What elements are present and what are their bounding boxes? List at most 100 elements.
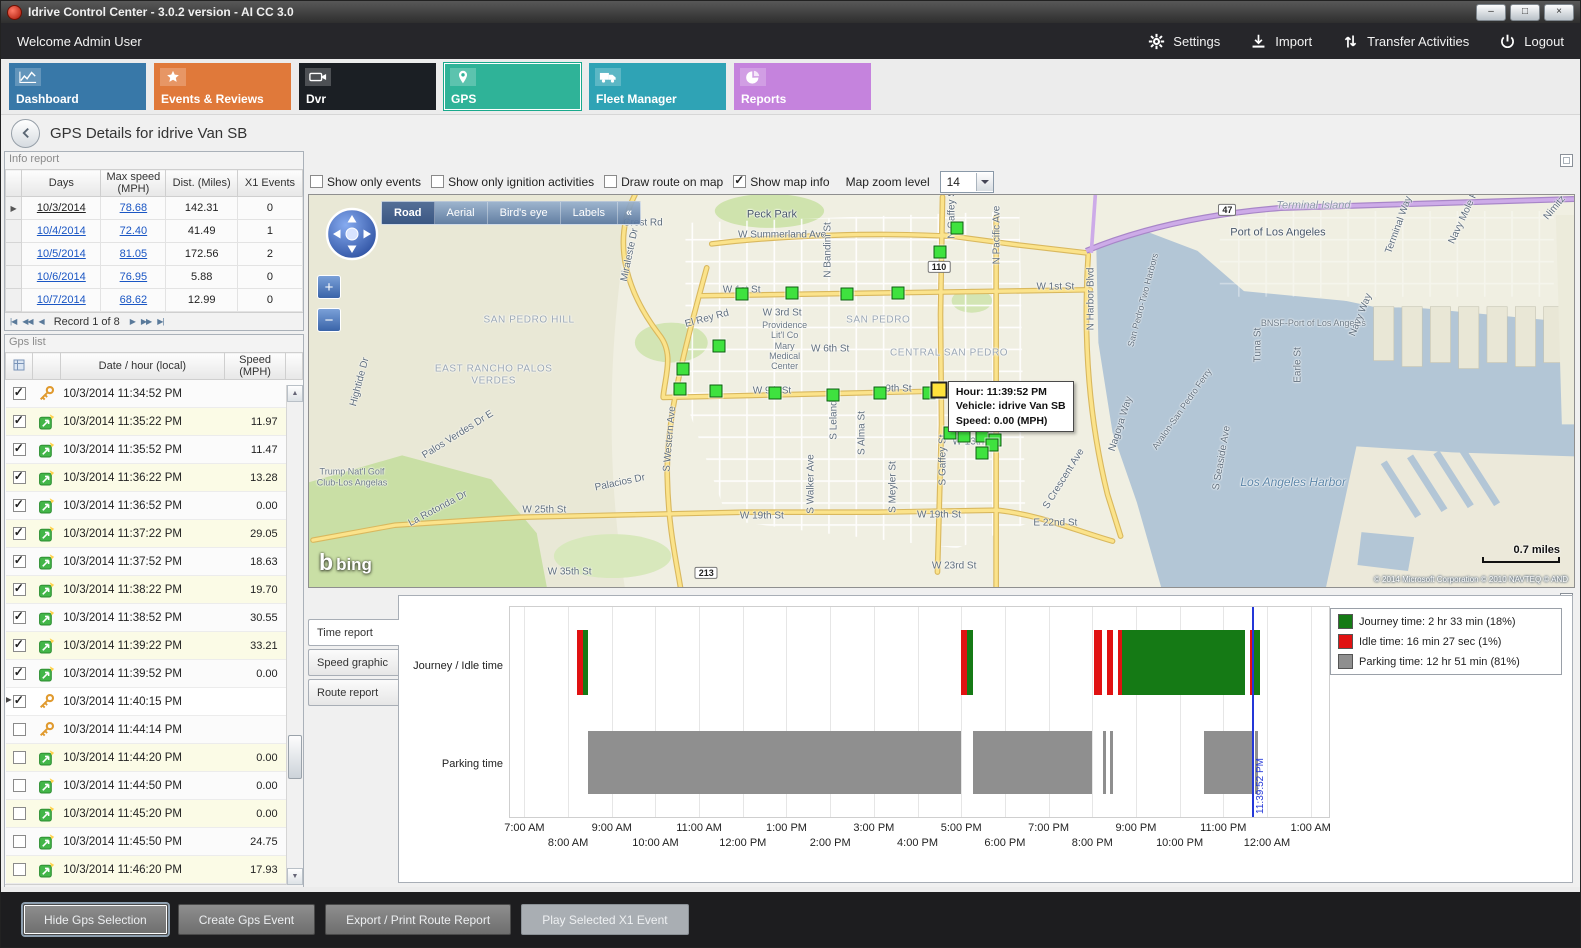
info-row[interactable]: 10/4/201472.4041.491: [6, 220, 303, 243]
map-viewbar-collapse-icon[interactable]: «: [618, 202, 640, 224]
map-marker[interactable]: [892, 286, 905, 299]
day-link[interactable]: 10/3/2014: [37, 202, 86, 214]
gps-row[interactable]: 10/3/2014 11:36:22 PM13.28: [6, 464, 303, 492]
info-row[interactable]: 10/7/201468.6212.990: [6, 289, 303, 312]
gps-row-checkbox[interactable]: [13, 639, 26, 652]
gps-row[interactable]: 10/3/2014 11:35:22 PM11.97: [6, 408, 303, 436]
gps-row[interactable]: ▶10/3/2014 11:40:15 PM: [6, 688, 303, 716]
map[interactable]: Crest RdPeck ParkW Summerland AveW 1st S…: [308, 194, 1575, 588]
gps-row[interactable]: 10/3/2014 11:38:22 PM19.70: [6, 576, 303, 604]
map-marker[interactable]: [768, 387, 781, 400]
gps-row-checkbox[interactable]: [13, 751, 26, 764]
info-pager-next-0-icon[interactable]: ▶: [130, 317, 135, 326]
gps-row[interactable]: 10/3/2014 11:46:20 PM17.93: [6, 856, 303, 884]
gps-row-checkbox[interactable]: [13, 387, 26, 400]
gps-row-checkbox[interactable]: [13, 555, 26, 568]
gps-row[interactable]: 10/3/2014 11:45:50 PM24.75: [6, 828, 303, 856]
gps-row-checkbox[interactable]: [13, 779, 26, 792]
map-marker[interactable]: [873, 386, 886, 399]
gps-row-checkbox[interactable]: [13, 415, 26, 428]
max-speed-link[interactable]: 68.62: [120, 294, 148, 306]
checkbox-draw-route-on-map[interactable]: Draw route on map: [604, 175, 723, 189]
map-marker[interactable]: [677, 362, 690, 375]
gps-row-checkbox[interactable]: [13, 499, 26, 512]
menu-logout[interactable]: Logout: [1499, 33, 1564, 50]
scroll-down-icon[interactable]: ▼: [287, 868, 303, 885]
zoom-out-button[interactable]: −: [317, 308, 341, 332]
gps-row-checkbox[interactable]: [13, 527, 26, 540]
report-tab-speed-graphic[interactable]: Speed graphic: [308, 649, 398, 676]
map-marker[interactable]: [786, 286, 799, 299]
scrollbar-thumb[interactable]: [288, 735, 302, 779]
nav-tab-dvr[interactable]: Dvr: [299, 63, 436, 110]
nav-tab-gps[interactable]: GPS: [444, 63, 581, 110]
gps-row-checkbox[interactable]: [13, 471, 26, 484]
map-view-tab-bird-s-eye[interactable]: Bird's eye: [488, 202, 561, 224]
map-view-tab-aerial[interactable]: Aerial: [435, 202, 488, 224]
gps-row-checkbox[interactable]: [13, 583, 26, 596]
checkbox-show-map-info[interactable]: Show map info: [733, 175, 829, 189]
collapse-map-panel-button[interactable]: [1560, 154, 1573, 167]
gps-row[interactable]: 10/3/2014 11:45:20 PM0.00: [6, 800, 303, 828]
gps-row[interactable]: 10/3/2014 11:39:52 PM0.00: [6, 660, 303, 688]
info-pager-prev-1-icon[interactable]: ◀◀: [22, 317, 32, 326]
info-row[interactable]: ▶10/3/201478.68142.310: [6, 197, 303, 220]
max-speed-link[interactable]: 81.05: [120, 248, 148, 260]
info-pager-next-2-icon[interactable]: ▶|: [157, 317, 163, 326]
map-marker[interactable]: [710, 385, 723, 398]
report-tab-time-report[interactable]: Time report: [308, 619, 399, 646]
nav-tab-fleet-manager[interactable]: Fleet Manager: [589, 63, 726, 110]
col-x1-events[interactable]: X1 Events: [237, 170, 302, 197]
day-link[interactable]: 10/6/2014: [37, 271, 86, 283]
info-row[interactable]: 10/6/201476.955.880: [6, 266, 303, 289]
col-dist[interactable]: Dist. (Miles): [166, 170, 238, 197]
map-marker[interactable]: [934, 246, 947, 259]
gps-row-checkbox[interactable]: [13, 667, 26, 680]
info-pager-next-1-icon[interactable]: ▶▶: [141, 317, 151, 326]
max-speed-link[interactable]: 76.95: [120, 271, 148, 283]
gps-row[interactable]: 10/3/2014 11:39:22 PM33.21: [6, 632, 303, 660]
nav-tab-dashboard[interactable]: Dashboard: [9, 63, 146, 110]
checkbox-box-icon[interactable]: [431, 175, 444, 188]
hide-gps-selection-button[interactable]: Hide Gps Selection: [23, 904, 168, 935]
info-pager-prev-0-icon[interactable]: |◀: [10, 317, 16, 326]
day-link[interactable]: 10/4/2014: [37, 225, 86, 237]
gps-row[interactable]: 10/3/2014 11:37:22 PM29.05: [6, 520, 303, 548]
nav-tab-events-reviews[interactable]: Events & Reviews: [154, 63, 291, 110]
gps-list-scrollbar[interactable]: ▲ ▼: [286, 385, 303, 885]
col-date-hour[interactable]: Date / hour (local): [60, 353, 224, 380]
checkbox-show-only-events[interactable]: Show only events: [310, 175, 421, 189]
gps-row[interactable]: 10/3/2014 11:37:52 PM18.63: [6, 548, 303, 576]
info-row[interactable]: 10/5/201481.05172.562: [6, 243, 303, 266]
time-cursor-line[interactable]: [1252, 607, 1254, 817]
map-view-tab-road[interactable]: Road: [382, 202, 435, 224]
report-tab-route-report[interactable]: Route report: [308, 679, 398, 706]
gps-row[interactable]: 10/3/2014 11:35:52 PM11.47: [6, 436, 303, 464]
info-pager-prev-2-icon[interactable]: ◀: [39, 317, 44, 326]
map-marker[interactable]: [735, 287, 748, 300]
map-marker[interactable]: [840, 287, 853, 300]
create-gps-event-button[interactable]: Create Gps Event: [178, 904, 315, 935]
col-max-speed[interactable]: Max speed (MPH): [101, 170, 166, 197]
maximize-button[interactable]: □: [1510, 4, 1540, 21]
gps-row-checkbox[interactable]: [13, 443, 26, 456]
gps-row-checkbox[interactable]: [13, 723, 26, 736]
col-days[interactable]: Days: [22, 170, 101, 197]
menu-settings[interactable]: Settings: [1148, 33, 1220, 50]
map-marker[interactable]: [950, 221, 963, 234]
gps-row-checkbox[interactable]: [13, 695, 26, 708]
minimize-button[interactable]: –: [1476, 4, 1506, 21]
chart-plot[interactable]: 7:00 AM8:00 AM9:00 AM10:00 AM11:00 AM12:…: [509, 606, 1330, 818]
menu-import[interactable]: Import: [1250, 33, 1312, 50]
play-selected-x1-event-button[interactable]: Play Selected X1 Event: [521, 904, 688, 935]
map-zoom-select[interactable]: 14: [940, 171, 994, 193]
back-button[interactable]: [11, 119, 40, 148]
scroll-up-icon[interactable]: ▲: [287, 385, 303, 402]
map-marker[interactable]: [975, 446, 988, 459]
checkbox-box-icon[interactable]: [310, 175, 323, 188]
max-speed-link[interactable]: 72.40: [120, 225, 148, 237]
map-marker[interactable]: [826, 389, 839, 402]
checkbox-box-icon[interactable]: [604, 175, 617, 188]
map-marker[interactable]: [673, 382, 686, 395]
gps-row-checkbox[interactable]: [13, 835, 26, 848]
